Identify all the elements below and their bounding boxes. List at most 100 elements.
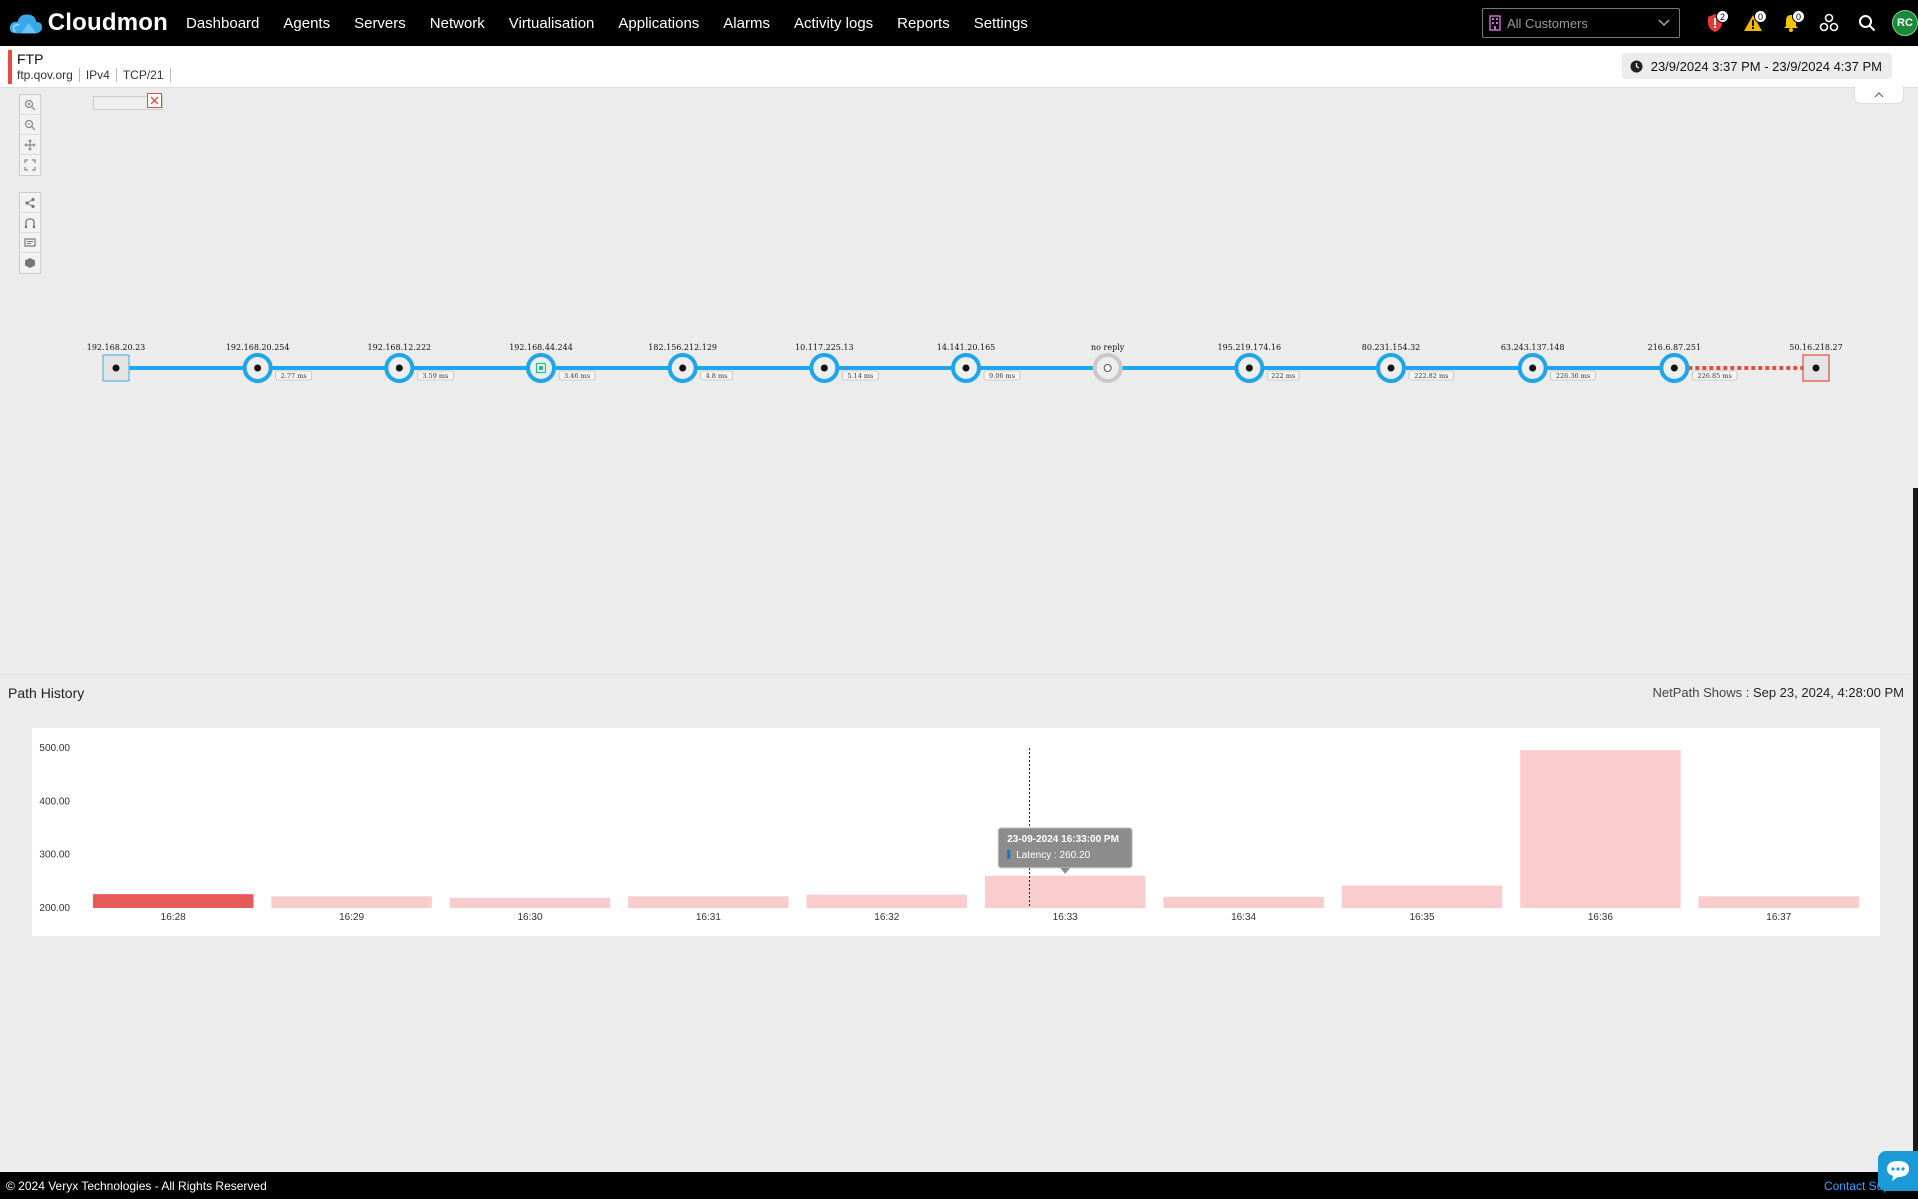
customer-select[interactable]: All Customers: [1482, 8, 1680, 38]
path-node[interactable]: [102, 354, 130, 382]
building-icon: [1489, 15, 1501, 31]
test-host: ftp.qov.org: [17, 68, 80, 82]
nav-agents[interactable]: Agents: [271, 15, 342, 32]
chart-tooltip: 23-09-2024 16:33:00 PM Latency : 260.20: [997, 827, 1133, 874]
brand[interactable]: Cloudmon: [8, 9, 168, 37]
notifications-button[interactable]: 0: [1772, 8, 1810, 38]
hop-latency-label: 3.46 ms: [564, 372, 590, 380]
node-ip-label: 50.16.218.27: [1789, 343, 1842, 352]
path-node[interactable]: [809, 353, 840, 383]
latency-bar[interactable]: [271, 896, 432, 908]
node-ip-label: 10.117.225.13: [795, 343, 854, 352]
latency-bar[interactable]: [1520, 750, 1681, 908]
nav-servers[interactable]: Servers: [342, 15, 418, 32]
top-icons: 2 0 0 RC: [1696, 8, 1918, 38]
latency-bar-chart: 200.00 300.00 400.00 500.00 16:28 16:29 16:30 1…: [39, 743, 1860, 923]
nav-alarms[interactable]: Alarms: [711, 15, 782, 32]
path-node[interactable]: [242, 353, 273, 383]
x-tick-label: 16:32: [874, 912, 899, 923]
node-ip-label: 14.141.20.165: [937, 343, 996, 352]
hop-latency-label: 5.14 ms: [847, 372, 873, 380]
latency-bar[interactable]: [92, 894, 254, 908]
chevron-down-icon: [1658, 19, 1670, 27]
x-tick-label: 16:34: [1231, 912, 1256, 923]
latency-bar[interactable]: [1698, 896, 1860, 908]
test-ip-version: IPv4: [86, 68, 117, 82]
test-header: FTP ftp.qov.org IPv4 TCP/21 23/9/2024 3:…: [0, 46, 1918, 88]
x-tick-label: 16:36: [1588, 912, 1613, 923]
latency-bar[interactable]: [449, 897, 611, 908]
x-tick-label: 16:31: [696, 912, 721, 923]
main-nav: Dashboard Agents Servers Network Virtual…: [174, 15, 1040, 32]
date-range-picker[interactable]: 23/9/2024 3:37 PM - 23/9/2024 4:37 PM: [1621, 53, 1892, 79]
warnings-button[interactable]: 0: [1734, 8, 1772, 38]
nav-settings[interactable]: Settings: [962, 15, 1040, 32]
path-node[interactable]: [1659, 353, 1690, 383]
node-ip-label: 80.231.154.32: [1362, 343, 1421, 352]
node-ip-label: 192.168.44.244: [509, 343, 573, 352]
search-button[interactable]: [1848, 8, 1886, 38]
tooltip-title: 23-09-2024 16:33:00 PM: [1007, 834, 1119, 845]
top-navbar: Cloudmon Dashboard Agents Servers Networ…: [0, 0, 1918, 46]
chat-icon: [1887, 1161, 1909, 1181]
test-meta: ftp.qov.org IPv4 TCP/21: [17, 68, 177, 82]
notification-badge: 0: [1792, 10, 1805, 23]
path-node[interactable]: [951, 353, 981, 383]
node-ip-label: 63.243.137.148: [1501, 343, 1565, 352]
node-ip-label: 192.168.12.222: [368, 343, 432, 352]
y-tick-label: 200.00: [39, 903, 70, 914]
path-node[interactable]: [1517, 353, 1548, 383]
path-node[interactable]: [1234, 353, 1265, 383]
page-scrollbar[interactable]: [1913, 488, 1918, 1168]
latency-bar[interactable]: [806, 894, 968, 908]
status-accent-bar: [8, 50, 12, 84]
section-divider: [0, 674, 1908, 675]
nav-reports[interactable]: Reports: [885, 15, 962, 32]
path-history-chart[interactable]: 200.00 300.00 400.00 500.00 16:28 16:29 16:30 1…: [32, 728, 1880, 936]
node-ip-label: no reply: [1091, 343, 1125, 352]
y-tick-label: 300.00: [39, 850, 70, 861]
path-node[interactable]: [1802, 354, 1830, 382]
test-protocol: TCP/21: [123, 68, 171, 82]
nav-applications[interactable]: Applications: [606, 15, 711, 32]
nav-network[interactable]: Network: [418, 15, 497, 32]
path-node[interactable]: [1092, 353, 1123, 383]
path-history-title: Path History: [8, 685, 85, 701]
node-ip-label: 182.156.212.129: [648, 343, 717, 352]
y-tick-label: 500.00: [39, 743, 70, 754]
clock-icon: [1630, 60, 1643, 72]
path-node[interactable]: [526, 353, 556, 383]
chat-button[interactable]: [1878, 1151, 1918, 1191]
latency-bar[interactable]: [984, 875, 1146, 908]
hop-latency-label: 226.85 ms: [1698, 372, 1732, 380]
nav-dashboard[interactable]: Dashboard: [174, 15, 271, 32]
customer-select-value: All Customers: [1507, 15, 1588, 31]
path-node[interactable]: [384, 353, 415, 383]
tooltip-value: Latency : 260.20: [1016, 850, 1090, 861]
latency-bar[interactable]: [628, 896, 789, 908]
hop-latency-label: 4.8 ms: [706, 372, 728, 380]
security-alerts-button[interactable]: 2: [1696, 8, 1734, 38]
nav-virtualisation[interactable]: Virtualisation: [497, 15, 607, 32]
hop-latency-label: 3.59 ms: [422, 372, 448, 380]
avatar: RC: [1892, 10, 1918, 36]
warning-badge: 0: [1754, 10, 1767, 23]
hub-icon: [1819, 13, 1839, 32]
y-tick-label: 400.00: [39, 796, 70, 807]
latency-bar[interactable]: [1163, 896, 1324, 908]
netpath-diagram: 192.168.20.23 192.168.20.254 2.77 ms 192.16…: [87, 343, 1843, 383]
test-title: FTP: [17, 51, 44, 67]
netpath-map[interactable]: 192.168.20.23 192.168.20.254 2.77 ms 192.16…: [0, 86, 1908, 674]
x-tick-label: 16:29: [339, 912, 364, 923]
path-node[interactable]: [1376, 353, 1406, 383]
path-node[interactable]: [667, 353, 698, 383]
latency-bar[interactable]: [1341, 885, 1503, 908]
integrations-button[interactable]: [1810, 8, 1848, 38]
node-ip-label: 192.168.20.254: [226, 343, 290, 352]
netpath-shows-label: NetPath Shows :: [1652, 685, 1750, 700]
netpath-shows: NetPath Shows : Sep 23, 2024, 4:28:00 PM: [1652, 685, 1904, 700]
nav-activity-logs[interactable]: Activity logs: [782, 15, 885, 32]
x-tick-label: 16:33: [1053, 912, 1078, 923]
user-menu-button[interactable]: RC: [1886, 8, 1918, 38]
cloud-logo-icon: [9, 14, 42, 34]
